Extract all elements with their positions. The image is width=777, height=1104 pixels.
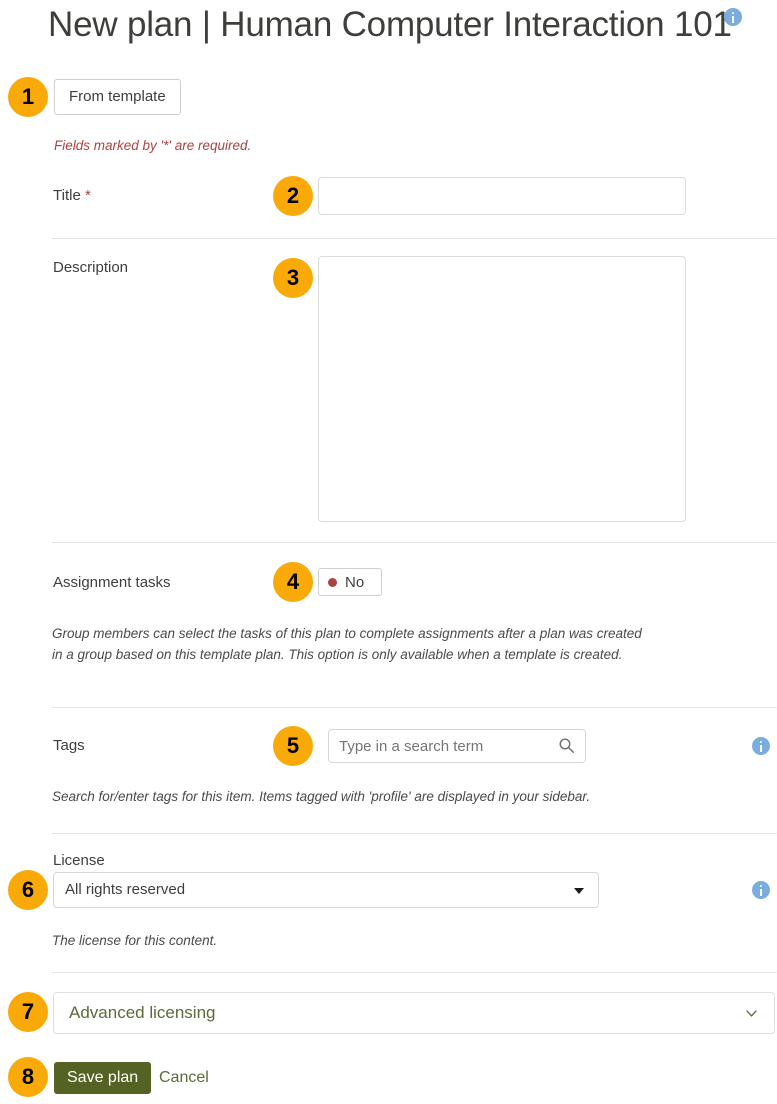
advanced-licensing-toggle[interactable]: Advanced licensing: [53, 992, 775, 1034]
title-label-text: Title: [53, 187, 81, 204]
from-template-button[interactable]: From template: [54, 79, 181, 115]
step-badge-6: 6: [8, 870, 48, 910]
save-plan-button[interactable]: Save plan: [54, 1062, 151, 1094]
tags-help: Search for/enter tags for this item. Ite…: [52, 786, 590, 807]
title-label: Title *: [53, 186, 91, 206]
license-select-value: All rights reserved: [65, 873, 185, 907]
cancel-button[interactable]: Cancel: [159, 1062, 209, 1094]
chevron-down-icon: [745, 1007, 758, 1020]
assignment-tasks-label: Assignment tasks: [53, 573, 171, 593]
divider: [52, 972, 777, 973]
step-badge-1: 1: [8, 77, 48, 117]
info-icon[interactable]: [724, 8, 742, 26]
step-badge-7: 7: [8, 992, 48, 1032]
divider: [52, 707, 777, 708]
step-badge-4: 4: [273, 562, 313, 602]
divider: [52, 833, 777, 834]
page-header: New plan | Human Computer Interaction 10…: [0, 0, 777, 62]
step-badge-5: 5: [273, 726, 313, 766]
tags-search-wrapper: [328, 729, 586, 763]
chevron-down-icon: [574, 888, 584, 894]
required-asterisk: *: [85, 187, 91, 204]
description-label: Description: [53, 258, 128, 278]
tags-label: Tags: [53, 736, 85, 756]
required-fields-note: Fields marked by '*' are required.: [54, 135, 251, 156]
divider: [52, 542, 777, 543]
tags-search-input[interactable]: [328, 729, 586, 763]
step-badge-2: 2: [273, 176, 313, 216]
description-textarea[interactable]: [318, 256, 686, 522]
license-label: License: [53, 851, 105, 871]
assignment-tasks-toggle-value: No: [345, 575, 364, 590]
license-select[interactable]: All rights reserved: [53, 872, 599, 908]
info-icon[interactable]: [752, 737, 770, 755]
page-title: New plan | Human Computer Interaction 10…: [48, 2, 732, 48]
step-badge-8: 8: [8, 1057, 48, 1097]
license-help: The license for this content.: [52, 930, 217, 951]
assignment-tasks-toggle[interactable]: No: [318, 568, 382, 596]
step-badge-3: 3: [273, 258, 313, 298]
advanced-licensing-label: Advanced licensing: [69, 993, 215, 1033]
assignment-tasks-help: Group members can select the tasks of th…: [52, 623, 652, 665]
divider: [52, 238, 777, 239]
title-input[interactable]: [318, 177, 686, 215]
status-dot-icon: [328, 578, 337, 587]
info-icon[interactable]: [752, 881, 770, 899]
